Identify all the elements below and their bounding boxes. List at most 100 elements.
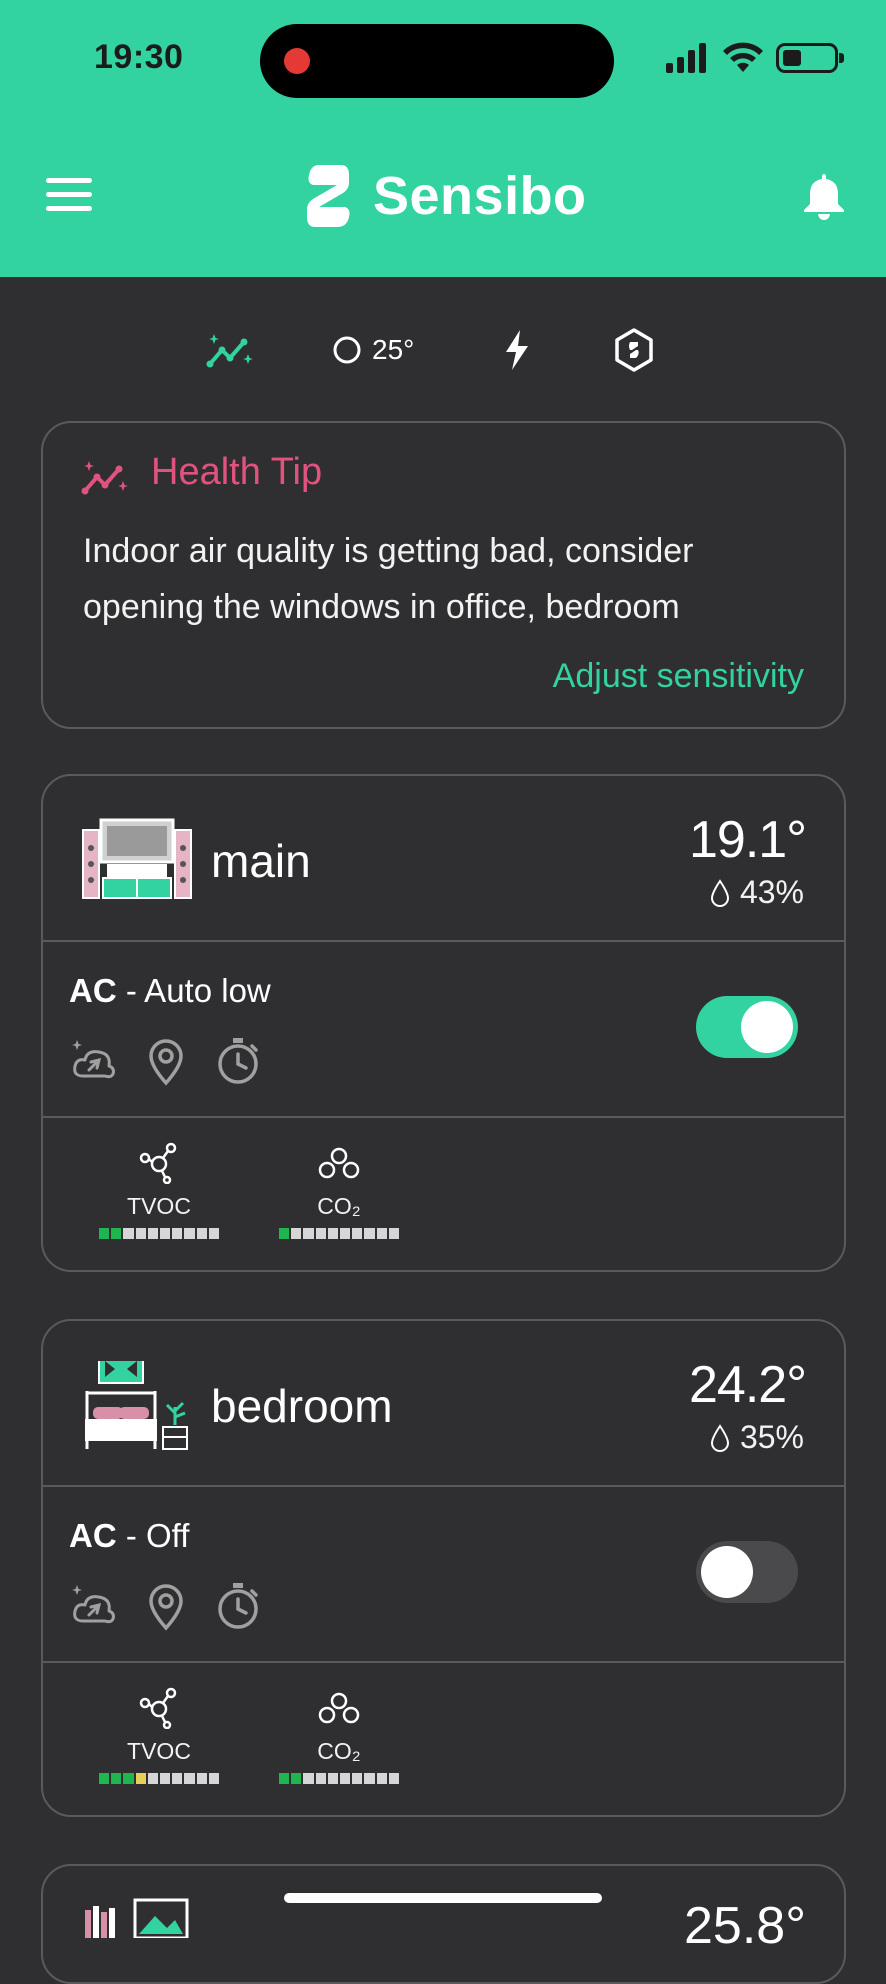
room-temperature: 24.2° [688, 1356, 807, 1414]
ac-power-toggle[interactable] [696, 1541, 798, 1603]
geofence-pin-icon[interactable] [141, 1036, 191, 1086]
co2-level-bar [278, 1228, 400, 1239]
bedroom-illustration [85, 1361, 188, 1450]
air-quality-row[interactable]: TVOC CO₂ [43, 1118, 844, 1274]
humidity-value: 35% [739, 1419, 804, 1455]
adjust-sensitivity-link[interactable]: Adjust sensitivity [553, 657, 804, 696]
living-room-illustration [82, 818, 192, 899]
tvoc-icon [139, 1142, 177, 1185]
air-quality-trend-icon [206, 334, 253, 368]
level-segment [160, 1228, 171, 1239]
ac-row[interactable]: AC - Auto low [43, 942, 844, 1118]
office-illustration [85, 1898, 189, 1938]
co2-label: CO₂ [317, 1738, 361, 1764]
ac-feature-icons [69, 1036, 263, 1086]
level-segment [172, 1228, 183, 1239]
health-tab[interactable] [206, 326, 254, 374]
room-humidity: 35% [710, 1419, 804, 1456]
tvoc-metric[interactable]: TVOC [98, 1685, 220, 1784]
level-segment [147, 1228, 158, 1239]
level-segment [376, 1228, 387, 1239]
app-name: Sensibo [373, 166, 587, 226]
menu-button[interactable] [46, 178, 92, 212]
level-segment [327, 1228, 338, 1239]
level-segment [352, 1228, 363, 1239]
co2-molecule-icon [318, 1692, 360, 1724]
level-segment [291, 1228, 302, 1239]
level-segment [291, 1773, 302, 1784]
level-segment [123, 1228, 134, 1239]
app-header: 19:30 Sensibo [0, 0, 886, 277]
level-segment [98, 1228, 110, 1239]
climate-react-icon[interactable] [69, 1581, 119, 1631]
level-segment [364, 1228, 375, 1239]
room-card-office[interactable]: 25.8° [41, 1864, 846, 1984]
co2-metric[interactable]: CO₂ [278, 1140, 400, 1239]
wifi-icon [723, 42, 763, 72]
geofence-pin-icon[interactable] [141, 1581, 191, 1631]
air-quality-row[interactable]: TVOC CO₂ [43, 1663, 844, 1819]
status-time: 19:30 [94, 38, 184, 76]
room-header[interactable]: bedroom 24.2° 35% [43, 1321, 844, 1487]
room-card-bedroom[interactable]: bedroom 24.2° 35% AC - Off TVOC CO₂ [41, 1319, 846, 1817]
ac-mode: - Off [116, 1517, 190, 1554]
climate-react-icon[interactable] [69, 1036, 119, 1086]
room-temperature: 19.1° [688, 811, 807, 869]
level-segment [303, 1773, 314, 1784]
level-segment [303, 1228, 314, 1239]
tvoc-metric[interactable]: TVOC [98, 1140, 220, 1239]
level-segment [123, 1773, 134, 1784]
level-segment [172, 1773, 183, 1784]
level-segment [208, 1228, 220, 1239]
level-segment [388, 1228, 400, 1239]
home-indicator[interactable] [284, 1893, 602, 1903]
ac-status: AC - Auto low [69, 972, 271, 1010]
sensibo-logo: Sensibo [305, 163, 587, 229]
dynamic-island [260, 24, 614, 98]
level-segment [196, 1228, 207, 1239]
energy-tab[interactable] [502, 326, 532, 374]
battery-icon [776, 43, 844, 73]
ac-mode: - Auto low [116, 972, 271, 1009]
level-segment [196, 1773, 207, 1784]
tvoc-level-bar [98, 1228, 220, 1239]
weather-tab[interactable]: 25° [332, 326, 414, 374]
bell-icon[interactable] [802, 172, 846, 220]
ac-label: AC [69, 1517, 117, 1554]
ac-status: AC - Off [69, 1517, 189, 1555]
tvoc-icon [139, 1687, 177, 1730]
timer-icon[interactable] [213, 1581, 263, 1631]
droplet-icon [710, 1423, 729, 1452]
tvoc-label: TVOC [127, 1738, 191, 1764]
ac-power-toggle[interactable] [696, 996, 798, 1058]
level-segment [111, 1773, 122, 1784]
humidity-value: 43% [739, 874, 804, 910]
level-segment [340, 1773, 351, 1784]
health-tip-card[interactable]: Health Tip Indoor air quality is getting… [41, 421, 846, 729]
sensibo-plus-icon [615, 328, 653, 372]
co2-level-bar [278, 1773, 400, 1784]
room-header[interactable]: main 19.1° 43% [43, 776, 844, 942]
level-segment [135, 1773, 146, 1784]
room-name: main [211, 835, 311, 887]
level-segment [184, 1228, 195, 1239]
level-segment [364, 1773, 375, 1784]
ac-feature-icons [69, 1581, 263, 1631]
room-card-main[interactable]: main 19.1° 43% AC - Auto low TVOC CO₂ [41, 774, 846, 1272]
level-segment [327, 1773, 338, 1784]
tvoc-label: TVOC [127, 1193, 191, 1219]
level-segment [315, 1228, 326, 1239]
ac-row[interactable]: AC - Off [43, 1487, 844, 1663]
level-segment [208, 1773, 220, 1784]
recording-indicator [284, 48, 310, 74]
level-segment [278, 1773, 290, 1784]
timer-icon[interactable] [213, 1036, 263, 1086]
lightning-icon [506, 330, 528, 370]
level-segment [184, 1773, 195, 1784]
quick-toolbar: 25° [0, 318, 886, 382]
health-tip-body: Indoor air quality is getting bad, consi… [83, 532, 694, 626]
subscription-tab[interactable] [612, 326, 656, 374]
co2-metric[interactable]: CO₂ [278, 1685, 400, 1784]
moon-icon [333, 336, 361, 364]
room-temperature: 25.8° [683, 1897, 806, 1955]
